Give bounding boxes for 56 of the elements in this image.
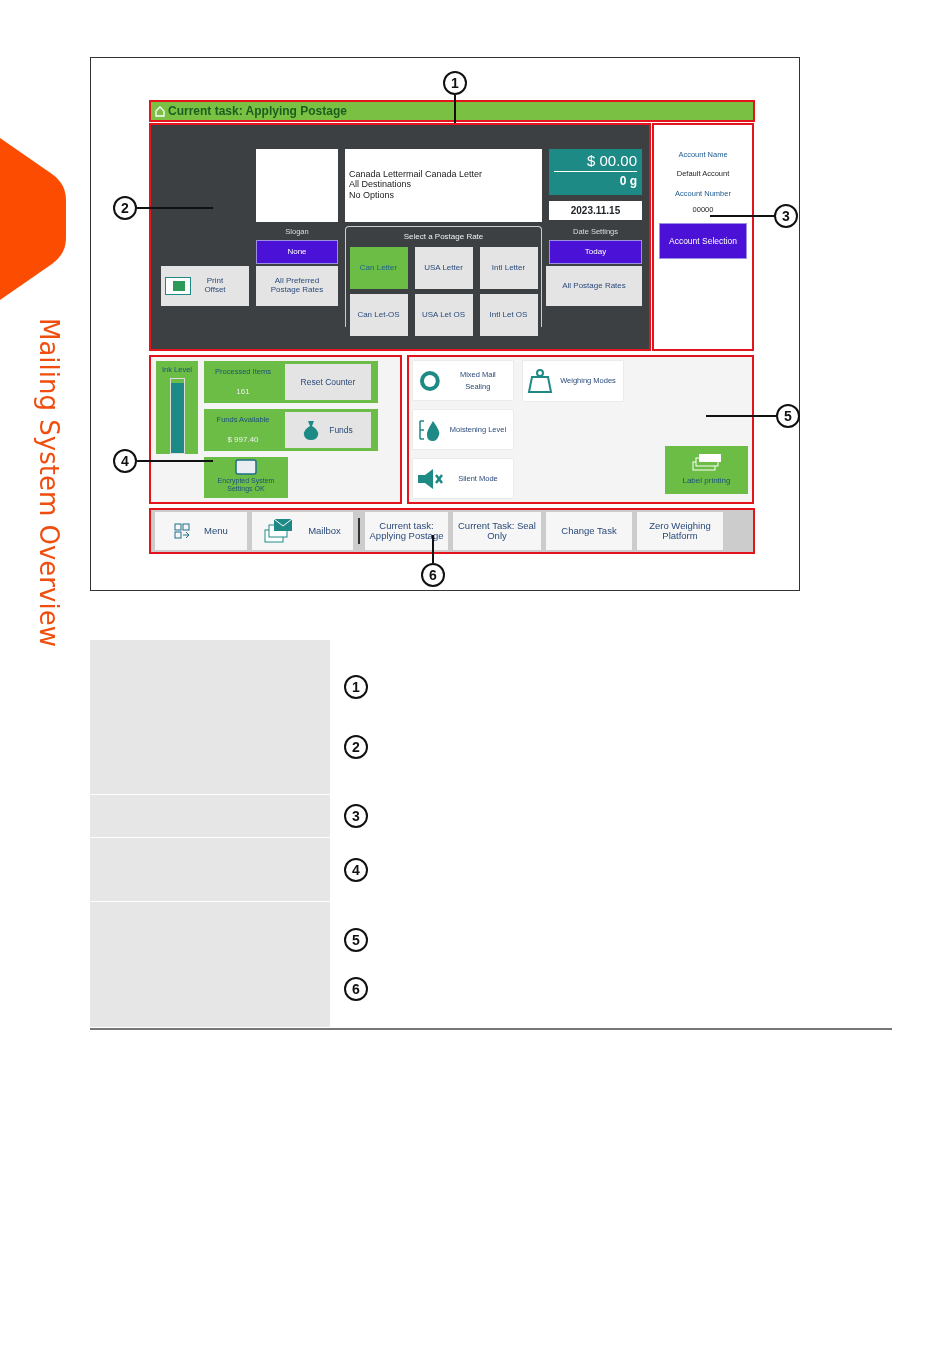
rate-button[interactable]: Intl Let OS: [479, 294, 538, 336]
callout-marker: 6: [421, 563, 445, 587]
task-title: Current task: Applying Postage: [168, 103, 347, 120]
weight-value: 0 g: [618, 173, 637, 191]
nav-button[interactable]: Mailbox: [252, 512, 353, 550]
number-marker: 4: [344, 857, 368, 882]
rate-button[interactable]: USA Let OS: [414, 294, 473, 336]
label-printing-button[interactable]: Label printing: [665, 446, 748, 494]
weight-icon: [527, 369, 553, 393]
postage-amount: $ 00.00: [554, 151, 637, 173]
callout-marker: 2: [113, 196, 137, 220]
rate-info-line: All Destinations: [349, 179, 413, 190]
envelopes-icon: [264, 518, 295, 544]
leader-line: [432, 535, 434, 563]
counter-value: 161: [235, 385, 251, 398]
rate-button[interactable]: Intl Letter: [479, 247, 538, 289]
slogan-button[interactable]: None: [256, 240, 338, 265]
counter-button[interactable]: Funds: [285, 412, 371, 448]
print-offset-button[interactable]: Print Offset: [161, 266, 249, 306]
nav-button[interactable]: Current task: Applying Postage: [365, 512, 448, 550]
labels-icon: [691, 453, 722, 471]
leader-line: [454, 95, 456, 123]
account-selection-button[interactable]: Account Selection: [659, 223, 747, 259]
preferred-rates-button[interactable]: All Preferred Postage Rates: [256, 266, 338, 306]
rate-group-title: Select a Postage Rate: [402, 231, 485, 243]
seal-icon: [417, 368, 443, 393]
home-icon: [155, 105, 165, 117]
date-display: 2023.11.15: [549, 201, 642, 220]
rate-button[interactable]: USA Letter: [414, 247, 473, 289]
number-marker: 2: [344, 734, 368, 759]
number-marker: 1: [344, 675, 368, 700]
all-rates-button[interactable]: All Postage Rates: [546, 266, 642, 306]
number-marker: 3: [344, 804, 368, 828]
callout-marker: 4: [113, 449, 137, 473]
counter-button[interactable]: Reset Counter: [285, 364, 371, 400]
nav-button[interactable]: Zero Weighing Platform: [637, 512, 723, 550]
callout-marker: 5: [776, 404, 800, 428]
rate-button[interactable]: Can Let-OS: [349, 294, 408, 336]
money-bag-icon: [303, 420, 320, 440]
number-marker: 5: [344, 927, 368, 952]
callout-marker: 1: [443, 71, 467, 95]
nav-button[interactable]: Menu: [155, 512, 247, 550]
rate-info-line: Canada Lettermail Canada Letter: [349, 169, 484, 180]
date-settings-button[interactable]: Today: [549, 240, 642, 265]
leader-line: [706, 415, 776, 417]
leader-line: [710, 215, 774, 217]
menu-grid-icon: [174, 523, 191, 539]
callout-marker: 3: [774, 204, 798, 228]
chapter-title: Mailing System Overview: [36, 318, 62, 647]
printer-icon: [165, 277, 191, 295]
nav-button[interactable]: Change Task: [546, 512, 632, 550]
nav-button[interactable]: Current Task: Seal Only: [453, 512, 541, 550]
mute-icon: [417, 466, 443, 491]
rate-info-line: No Options: [349, 189, 396, 201]
number-marker: 6: [344, 977, 368, 1002]
counter-value: $ 997.40: [226, 433, 260, 446]
